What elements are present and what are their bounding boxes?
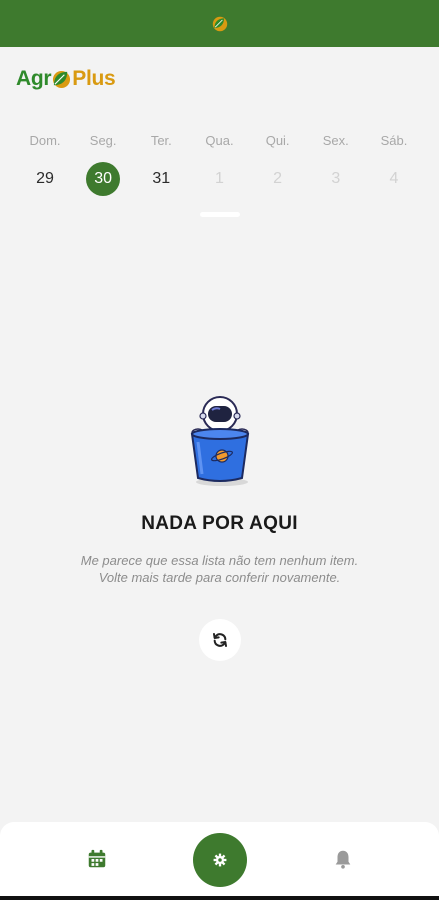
day-number[interactable]: 29 (28, 162, 62, 196)
day-saturday[interactable]: Sáb. 4 (365, 128, 423, 196)
day-name: Ter. (150, 133, 172, 148)
scroll-indicator[interactable] (200, 212, 240, 217)
day-number[interactable]: 1 (202, 162, 236, 196)
system-nav-bar (0, 896, 439, 900)
day-tuesday[interactable]: Ter. 31 (132, 128, 190, 196)
bell-icon[interactable] (332, 848, 354, 870)
nav-settings-button[interactable] (193, 833, 247, 887)
brand-left-text: Agr (16, 67, 52, 90)
gear-icon (213, 853, 227, 867)
day-friday[interactable]: Sex. 3 (307, 128, 365, 196)
day-name: Qui. (265, 133, 290, 148)
refresh-button[interactable] (199, 619, 241, 661)
status-bar (0, 0, 439, 47)
brand-leaf-icon (53, 70, 71, 88)
day-number-selected[interactable]: 30 (86, 162, 121, 196)
day-number[interactable]: 4 (377, 162, 411, 196)
day-number[interactable]: 3 (319, 162, 353, 196)
week-selector: Dom. 29 Seg. 30 Ter. 31 Qua. 1 Qui. 2 Se… (16, 128, 423, 196)
day-sunday[interactable]: Dom. 29 (16, 128, 74, 196)
empty-state-message: Me parece que essa lista não tem nenhum … (0, 552, 439, 586)
day-thursday[interactable]: Qui. 2 (249, 128, 307, 196)
empty-state-title: NADA POR AQUI (141, 513, 298, 534)
calendar-icon[interactable] (86, 848, 108, 870)
brand-right-text: Plus (72, 67, 116, 90)
day-number[interactable]: 31 (144, 162, 178, 196)
app-logo: Agr Plus (16, 64, 116, 94)
empty-message-line-2: Volte mais tarde para conferir novamente… (98, 570, 341, 585)
day-name: Dom. (29, 133, 61, 148)
bottom-navigation (0, 822, 439, 896)
day-name: Sáb. (380, 133, 408, 148)
agroplus-leaf-icon (212, 16, 227, 31)
day-wednesday[interactable]: Qua. 1 (190, 128, 248, 196)
day-monday[interactable]: Seg. 30 (74, 128, 132, 196)
day-number[interactable]: 2 (261, 162, 295, 196)
day-name: Sex. (322, 133, 349, 148)
empty-message-line-1: Me parece que essa lista não tem nenhum … (80, 553, 359, 568)
day-name: Qua. (205, 133, 234, 148)
refresh-icon (213, 633, 227, 647)
day-name: Seg. (89, 133, 117, 148)
astronaut-bucket-illustration (190, 396, 250, 486)
